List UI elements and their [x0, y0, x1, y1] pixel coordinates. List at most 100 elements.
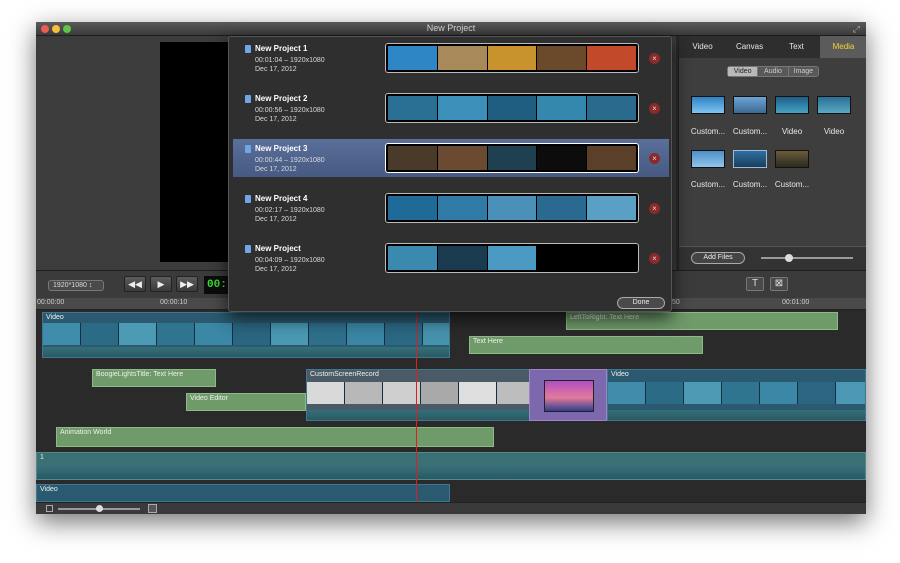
project-date: Dec 17, 2012: [255, 266, 297, 273]
project-row[interactable]: New Project 2 00:00:56 – 1920x1080 Dec 1…: [233, 89, 669, 127]
project-filmstrip: [385, 243, 639, 273]
media-item-label: Custom...: [732, 180, 768, 189]
project-name: New Project: [255, 244, 301, 253]
fast-forward-button[interactable]: ▶▶: [176, 276, 198, 292]
project-file-icon: [245, 195, 251, 203]
project-date: Dec 17, 2012: [255, 66, 297, 73]
ruler-tick: 00:01:00: [782, 299, 810, 306]
resolution-select[interactable]: 1920*1080 ↕: [48, 280, 104, 291]
project-name: New Project 2: [255, 94, 308, 103]
media-thumbnail[interactable]: [775, 150, 809, 168]
delete-project-icon[interactable]: ×: [649, 103, 660, 114]
media-item-label: Custom...: [732, 127, 768, 136]
done-button[interactable]: Done: [617, 297, 665, 309]
project-browser-popup: New Project 1 00:01:04 – 1920x1080 Dec 1…: [228, 36, 672, 312]
delete-project-icon[interactable]: ×: [649, 203, 660, 214]
delete-project-icon[interactable]: ×: [649, 53, 660, 64]
audio-track-clip[interactable]: 1: [36, 452, 866, 480]
tab-media[interactable]: Media: [820, 36, 866, 58]
media-item-label: Custom...: [690, 180, 726, 189]
project-name: New Project 3: [255, 144, 308, 153]
play-button[interactable]: ▶: [150, 276, 172, 292]
clip-thumbnails: [43, 323, 449, 345]
audio-waveform: [43, 347, 449, 357]
audio-waveform: [307, 410, 529, 420]
text-clip[interactable]: Video Editor: [186, 393, 306, 411]
clip-thumbnails: [307, 382, 529, 404]
title-bar: New Project ⤢: [36, 22, 866, 36]
delete-project-icon[interactable]: ×: [649, 253, 660, 264]
text-clip[interactable]: Text Here: [469, 336, 703, 354]
clip-label: BoogieLightsTitle: Text Here: [96, 371, 184, 378]
project-duration: 00:04:09 – 1920x1080: [255, 257, 325, 264]
ruler-tick: 00:00:00: [37, 299, 65, 306]
project-row[interactable]: New Project 00:04:09 – 1920x1080 Dec 17,…: [233, 239, 669, 277]
zoom-in-icon[interactable]: [148, 504, 157, 513]
text-clip[interactable]: LeftToRight: Text Here: [566, 312, 838, 330]
add-files-button[interactable]: Add Files: [691, 252, 745, 264]
text-clip[interactable]: BoogieLightsTitle: Text Here: [92, 369, 216, 387]
video-preview: [160, 42, 230, 262]
media-item-label: Custom...: [690, 127, 726, 136]
project-duration: 00:01:04 – 1920x1080: [255, 57, 325, 64]
video-clip[interactable]: Video: [36, 484, 450, 502]
project-date: Dec 17, 2012: [255, 166, 297, 173]
project-file-icon: [245, 95, 251, 103]
timeline: Video LeftToRight: Text Here Text Here B…: [36, 310, 866, 502]
project-row[interactable]: New Project 4 00:02:17 – 1920x1080 Dec 1…: [233, 189, 669, 227]
media-thumbnail[interactable]: [775, 96, 809, 114]
clip-label: Video: [611, 371, 629, 378]
audio-waveform: [608, 410, 865, 420]
text-tool-button[interactable]: T: [746, 277, 764, 291]
screen-record-clip[interactable]: CustomScreenRecord: [306, 369, 530, 421]
project-filmstrip: [385, 143, 639, 173]
image-tool-button[interactable]: ⊠: [770, 277, 788, 291]
thumbnail-size-knob[interactable]: [785, 254, 793, 262]
ruler-tick: 50: [672, 299, 680, 306]
media-type-image[interactable]: Image: [789, 67, 818, 76]
image-clip[interactable]: [529, 369, 607, 421]
media-thumbnail[interactable]: [691, 96, 725, 114]
media-thumbnail[interactable]: [691, 150, 725, 168]
media-type-audio[interactable]: Audio: [758, 67, 789, 76]
project-duration: 00:00:56 – 1920x1080: [255, 107, 325, 114]
video-clip[interactable]: Video: [607, 369, 866, 421]
clip-label: 1: [40, 454, 44, 461]
tab-canvas[interactable]: Canvas: [726, 36, 773, 58]
video-clip[interactable]: Video: [42, 312, 450, 358]
project-name: New Project 1: [255, 44, 308, 53]
clip-label: CustomScreenRecord: [310, 371, 379, 378]
project-duration: 00:00:44 – 1920x1080: [255, 157, 325, 164]
tab-text[interactable]: Text: [773, 36, 820, 58]
text-clip[interactable]: Animation World: [56, 427, 494, 447]
fullscreen-icon[interactable]: ⤢: [853, 24, 860, 35]
clip-label: Text Here: [473, 338, 503, 345]
rewind-button[interactable]: ◀◀: [124, 276, 146, 292]
window-title: New Project: [426, 23, 476, 33]
project-date: Dec 17, 2012: [255, 116, 297, 123]
clip-label: Video Editor: [190, 395, 229, 402]
clip-thumbnails: [608, 382, 865, 404]
clip-label: LeftToRight: Text Here: [570, 314, 640, 321]
media-thumbnail[interactable]: [733, 150, 767, 168]
delete-project-icon[interactable]: ×: [649, 153, 660, 164]
image-thumbnail: [544, 380, 594, 412]
project-duration: 00:02:17 – 1920x1080: [255, 207, 325, 214]
tab-video[interactable]: Video: [679, 36, 726, 58]
project-file-icon: [245, 145, 251, 153]
project-row-selected[interactable]: New Project 3 00:00:44 – 1920x1080 Dec 1…: [233, 139, 669, 177]
playhead[interactable]: [416, 298, 417, 502]
timecode-display: 00:: [204, 276, 230, 294]
zoom-out-icon[interactable]: [46, 505, 53, 512]
clip-label: Video: [40, 486, 58, 493]
zoom-slider-knob[interactable]: [96, 505, 103, 512]
timeline-zoom-bar: [36, 502, 866, 514]
project-filmstrip: [385, 193, 639, 223]
media-type-video[interactable]: Video: [728, 67, 759, 76]
project-row[interactable]: New Project 1 00:01:04 – 1920x1080 Dec 1…: [233, 39, 669, 77]
media-item-label: Video: [781, 127, 803, 136]
thumbnail-size-slider[interactable]: [761, 257, 853, 259]
media-thumbnail[interactable]: [817, 96, 851, 114]
project-meta: 00:01:04 – 1920x1080 Dec 17, 2012: [255, 56, 325, 74]
media-thumbnail[interactable]: [733, 96, 767, 114]
